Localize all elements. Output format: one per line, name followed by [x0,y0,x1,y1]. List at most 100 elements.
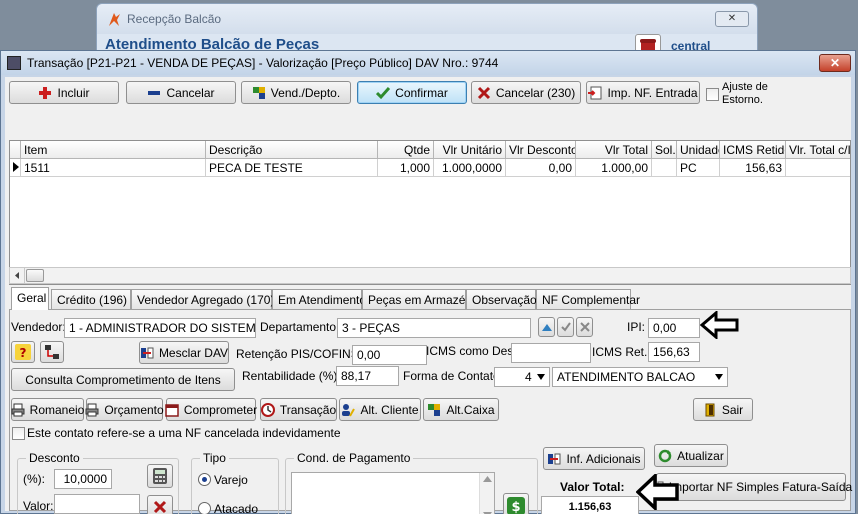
network-button[interactable] [40,341,64,363]
atualizar-button[interactable]: Atualizar [654,444,728,467]
clear-desconto-button[interactable] [147,495,173,514]
tab-observacao[interactable]: Observação [466,289,537,309]
transacao-button[interactable]: Transação [260,398,337,421]
cancelar-230-button[interactable]: Cancelar (230) [471,81,581,104]
grid-header-vlr-unitario[interactable]: Vlr Unitário [434,141,506,159]
clear-small-button[interactable] [576,317,593,337]
table-cell[interactable]: PECA DE TESTE [206,159,378,177]
imp-nf-entrada-label: Imp. NF. Entrada [607,85,698,100]
importar-nf-button[interactable]: Importar NF Simples Fatura-Saída [650,473,852,501]
forma-contato-code-select[interactable]: 4 [494,367,550,387]
desconto-percent-field[interactable]: 10,0000 [54,469,112,489]
vendedor-field[interactable]: 1 - ADMINISTRADOR DO SISTEMA [64,318,256,338]
grid-header-qtde[interactable]: Qtde [378,141,434,159]
grid-header-item[interactable]: Item [21,141,206,159]
background-close-button[interactable]: ✕ [715,11,749,27]
desconto-title: Desconto [26,451,83,465]
items-grid[interactable]: Item Descrição Qtde Vlr Unitário Vlr Des… [9,140,851,285]
tab-credito[interactable]: Crédito (196) [51,289,131,309]
transaction-window: Transação [P21-P21 - VENDA DE PEÇAS] - V… [0,50,856,514]
mesclar-dav-button[interactable]: Mesclar DAV [139,341,229,364]
printer-icon [11,403,25,416]
vendor-department-icon [252,86,265,99]
grid-horizontal-scrollbar[interactable] [9,267,851,284]
table-cell[interactable] [652,159,677,177]
clock-icon [260,402,275,417]
grid-header-unidade[interactable]: Unidade [677,141,720,159]
ipi-field[interactable]: 0,00 [648,318,700,338]
varejo-radio[interactable] [198,473,211,486]
info-document-icon [548,453,561,464]
window-title: Transação [P21-P21 - VENDA DE PEÇAS] - V… [27,56,499,70]
vendedor-label: Vendedor: [11,320,66,334]
table-cell[interactable]: PC [677,159,720,177]
scroll-up-arrow-icon[interactable] [483,476,492,482]
valor-total-label: Valor Total: [560,480,625,494]
close-x-icon [477,86,490,99]
checkmark-icon [376,86,391,99]
grid-header-vlr-total[interactable]: Vlr Total [576,141,652,159]
tab-geral[interactable]: Geral [11,287,49,310]
tab-nf-complementar[interactable]: NF Complementar [536,289,640,309]
imp-nf-entrada-button[interactable]: Imp. NF. Entrada [586,81,700,104]
orcamento-button[interactable]: Orçamento [85,398,164,421]
retencao-label: Retenção PIS/COFINS: [236,347,363,361]
sair-button[interactable]: Sair [693,398,753,421]
comprometer-label: Comprometer [183,402,258,417]
table-cell[interactable] [786,159,850,177]
table-cell[interactable]: 156,63 [720,159,786,177]
grid-header-descricao[interactable]: Descrição [206,141,378,159]
retencao-field[interactable]: 0,00 [352,345,427,365]
nf-cancelada-checkbox[interactable] [12,427,25,440]
chevron-down-icon [537,374,545,380]
vend-depto-button[interactable]: Vend./Depto. [241,81,351,104]
calculator-button[interactable] [147,464,173,488]
tab-vendedor-agregado[interactable]: Vendedor Agregado (170) [131,289,274,309]
icms-ret-field[interactable]: 156,63 [648,342,700,362]
table-cell[interactable]: 1.000,0000 [434,159,506,177]
window-close-button[interactable]: ✕ [819,54,851,72]
tab-em-atendimento[interactable]: Em Atendimento [272,289,366,309]
grid-header-vlr-total-icms[interactable]: Vlr. Total c/IC [786,141,850,159]
table-cell[interactable]: 1,000 [378,159,434,177]
alt-cliente-button[interactable]: Alt. Cliente [339,398,421,421]
pagamento-money-button[interactable]: $ [503,493,529,514]
cond-pagamento-list[interactable] [291,472,495,514]
row-pointer-icon [13,162,19,172]
help-button[interactable]: ? [11,341,35,363]
grid-header-icms-retido[interactable]: ICMS Retido [720,141,786,159]
grid-row-indicator [10,159,21,177]
scroll-thumb[interactable] [26,269,44,282]
cancelar-button[interactable]: Cancelar [126,81,236,104]
scroll-left-arrow-icon[interactable] [10,268,25,283]
departamento-label: Departamento: [260,320,340,334]
tipo-title: Tipo [200,451,229,465]
table-cell[interactable]: 0,00 [506,159,576,177]
table-cell[interactable]: 1511 [21,159,206,177]
grid-header-sol[interactable]: Sol. [652,141,677,159]
radio-dot [202,477,207,482]
confirmar-button[interactable]: Confirmar [357,81,467,104]
tab-pecas-armazem[interactable]: Peças em Armazém [362,289,475,309]
table-cell[interactable]: 1.000,00 [576,159,652,177]
departamento-field[interactable]: 3 - PEÇAS [337,318,531,338]
inf-adicionais-button[interactable]: Inf. Adicionais [543,447,645,470]
atacado-radio[interactable] [198,502,211,514]
cond-pagamento-scrollbar[interactable] [479,473,494,514]
icms-desc-field[interactable] [511,343,591,363]
alt-cliente-label: Alt. Cliente [360,402,419,417]
chevron-down-icon [715,374,723,380]
rentabilidade-field[interactable]: 88,17 [336,366,399,386]
consulta-comprometimento-button[interactable]: Consulta Comprometimento de Itens [11,368,235,391]
confirm-small-button[interactable] [557,317,574,337]
calendar-icon [165,403,179,417]
comprometer-button[interactable]: Comprometer [165,398,258,421]
incluir-button[interactable]: Incluir [9,81,119,104]
ajuste-estorno-checkbox[interactable] [706,88,719,101]
grid-header-vlr-desconto[interactable]: Vlr Desconto [506,141,576,159]
forma-contato-select[interactable]: ATENDIMENTO BALCAO [552,367,728,387]
move-up-button[interactable] [538,317,555,337]
alt-caixa-button[interactable]: Alt.Caixa [423,398,499,421]
desconto-valor-field[interactable] [54,494,140,514]
romaneio-button[interactable]: Romaneio [11,398,84,421]
